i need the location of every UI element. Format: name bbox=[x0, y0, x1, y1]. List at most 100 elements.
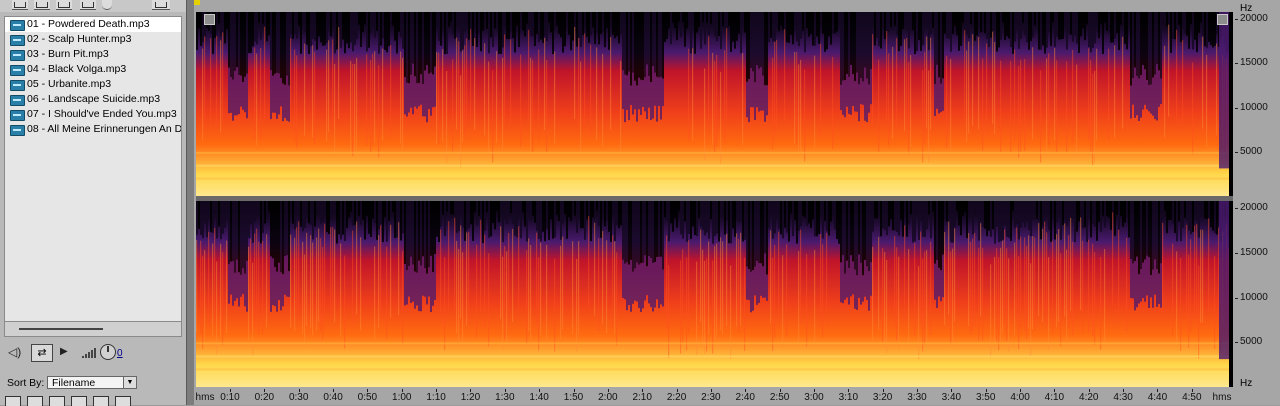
channel-right-spectrogram[interactable] bbox=[196, 201, 1233, 387]
time-label: 0:40 bbox=[323, 392, 343, 403]
freq-label: 15000 bbox=[1240, 57, 1268, 69]
sort-value: Filename bbox=[52, 377, 96, 389]
import-icon[interactable] bbox=[56, 0, 72, 10]
audio-file-icon bbox=[10, 125, 25, 136]
speaker-icon[interactable]: ◁) bbox=[8, 345, 21, 359]
file-list-item[interactable]: 08 - All Meine Erinnerungen An D bbox=[5, 122, 181, 137]
fade-out-handle[interactable] bbox=[1217, 14, 1228, 25]
file-name: 06 - Landscape Suicide.mp3 bbox=[27, 93, 161, 105]
time-label: 2:50 bbox=[769, 392, 790, 403]
time-label: 0:10 bbox=[220, 392, 240, 403]
freq-tick bbox=[1235, 252, 1238, 254]
time-label: 1:50 bbox=[563, 392, 584, 403]
time-label: 3:30 bbox=[907, 392, 927, 403]
time-label: 3:50 bbox=[975, 392, 996, 403]
time-label: 3:40 bbox=[941, 392, 962, 403]
file-name: 07 - I Should've Ended You.mp3 bbox=[27, 108, 177, 120]
volume-knob-icon[interactable] bbox=[100, 344, 116, 360]
spectrogram-image bbox=[196, 12, 1233, 196]
audio-file-icon bbox=[10, 35, 25, 46]
open-file-icon[interactable] bbox=[12, 0, 28, 10]
time-label: 0:30 bbox=[288, 392, 309, 403]
freq-label: 20000 bbox=[1240, 13, 1268, 25]
audio-file-icon bbox=[10, 65, 25, 76]
time-label: 4:40 bbox=[1147, 392, 1168, 403]
freq-label: 5000 bbox=[1240, 336, 1263, 348]
file-name: 08 - All Meine Erinnerungen An D bbox=[27, 123, 182, 135]
chevron-down-icon[interactable]: ▼ bbox=[123, 377, 136, 388]
file-list-item[interactable]: 07 - I Should've Ended You.mp3 bbox=[5, 107, 181, 122]
time-label: 2:40 bbox=[735, 392, 755, 403]
time-label: 2:10 bbox=[632, 392, 652, 403]
sort-label: Sort By: bbox=[7, 377, 45, 389]
audio-file-icon bbox=[10, 110, 25, 121]
freq-label: 20000 bbox=[1240, 202, 1268, 214]
file-list-item[interactable]: 05 - Urbanite.mp3 bbox=[5, 77, 181, 92]
fade-in-handle[interactable] bbox=[204, 14, 215, 25]
time-ruler[interactable]: hms 0:10 0:20 0:30 0:40 0:50 1:00 1:10 1:20 1:30 1… bbox=[194, 389, 1280, 405]
time-label: 4:20 bbox=[1079, 392, 1099, 403]
time-label: 4:00 bbox=[1010, 392, 1030, 403]
file-name: 02 - Scalp Hunter.mp3 bbox=[27, 33, 132, 45]
properties-icon[interactable] bbox=[80, 0, 96, 10]
spectrogram-image bbox=[196, 201, 1233, 387]
freq-tick bbox=[1235, 107, 1238, 109]
loop-icon[interactable]: ⇄ bbox=[31, 344, 53, 362]
time-label: 3:20 bbox=[872, 392, 893, 403]
file-list-item[interactable]: 03 - Burn Pit.mp3 bbox=[5, 47, 181, 62]
audio-file-icon bbox=[10, 50, 25, 61]
time-label: hms bbox=[195, 392, 215, 403]
time-label: 2:00 bbox=[598, 392, 618, 403]
file-list-item[interactable]: 06 - Landscape Suicide.mp3 bbox=[5, 92, 181, 107]
spectral-view[interactable]: Hz 20000 15000 10000 5000 20000 15000 10000 50… bbox=[194, 0, 1280, 405]
time-label: 0:50 bbox=[357, 392, 378, 403]
freq-label: 10000 bbox=[1240, 291, 1268, 303]
file-name: 03 - Burn Pit.mp3 bbox=[27, 48, 109, 60]
time-label: hms bbox=[1212, 392, 1232, 403]
freq-tick bbox=[1235, 151, 1238, 153]
freq-label: 15000 bbox=[1240, 246, 1268, 258]
time-label: 1:30 bbox=[495, 392, 515, 403]
close-file-icon[interactable] bbox=[34, 0, 50, 10]
time-label: 0:20 bbox=[254, 392, 275, 403]
audio-file-icon bbox=[10, 80, 25, 91]
channel-left-spectrogram[interactable] bbox=[196, 12, 1233, 196]
disc-icon[interactable] bbox=[102, 0, 112, 10]
time-label: 1:40 bbox=[529, 392, 549, 403]
time-label: 3:10 bbox=[838, 392, 859, 403]
file-list-item[interactable]: 02 - Scalp Hunter.mp3 bbox=[5, 32, 181, 47]
freq-tick bbox=[1235, 297, 1238, 299]
new-window-icon[interactable] bbox=[152, 0, 170, 10]
file-name: 05 - Urbanite.mp3 bbox=[27, 78, 112, 90]
preview-transport: ◁) ⇄ ▶ 0 bbox=[4, 342, 180, 364]
freq-tick bbox=[1235, 19, 1238, 21]
frequency-ruler-bottom[interactable]: 20000 15000 10000 5000 bbox=[1235, 201, 1280, 387]
file-list-item[interactable]: 04 - Black Volga.mp3 bbox=[5, 62, 181, 77]
freq-unit-bottom: Hz bbox=[1240, 378, 1253, 389]
frequency-ruler-top[interactable]: 20000 15000 10000 5000 bbox=[1235, 12, 1280, 196]
audio-file-icon bbox=[10, 95, 25, 106]
horizontal-scrollbar[interactable] bbox=[4, 321, 182, 337]
file-list-item[interactable]: 01 - Powdered Death.mp3 bbox=[5, 17, 181, 32]
files-panel: 01 - Powdered Death.mp3 02 - Scalp Hunter… bbox=[0, 0, 186, 406]
audio-file-icon bbox=[10, 20, 25, 31]
file-name: 01 - Powdered Death.mp3 bbox=[27, 18, 150, 30]
sort-select[interactable]: Filename ▼ bbox=[47, 376, 137, 389]
playhead-marker[interactable] bbox=[194, 0, 200, 5]
time-label: 4:30 bbox=[1113, 392, 1133, 403]
time-label: 3:00 bbox=[804, 392, 824, 403]
file-name: 04 - Black Volga.mp3 bbox=[27, 63, 127, 75]
volume-value[interactable]: 0 bbox=[117, 348, 123, 359]
freq-tick bbox=[1235, 342, 1238, 344]
volume-bars-icon bbox=[82, 348, 96, 358]
file-list[interactable]: 01 - Powdered Death.mp3 02 - Scalp Hunter… bbox=[4, 16, 182, 323]
freq-label: 5000 bbox=[1240, 145, 1263, 157]
freq-tick bbox=[1235, 63, 1238, 65]
scrollbar-thumb[interactable] bbox=[19, 328, 103, 330]
freq-tick bbox=[1235, 208, 1238, 210]
time-label: 4:10 bbox=[1044, 392, 1065, 403]
time-label: 2:30 bbox=[701, 392, 721, 403]
time-label: 2:20 bbox=[666, 392, 687, 403]
play-icon[interactable]: ▶ bbox=[60, 345, 68, 359]
time-label: 1:20 bbox=[460, 392, 481, 403]
